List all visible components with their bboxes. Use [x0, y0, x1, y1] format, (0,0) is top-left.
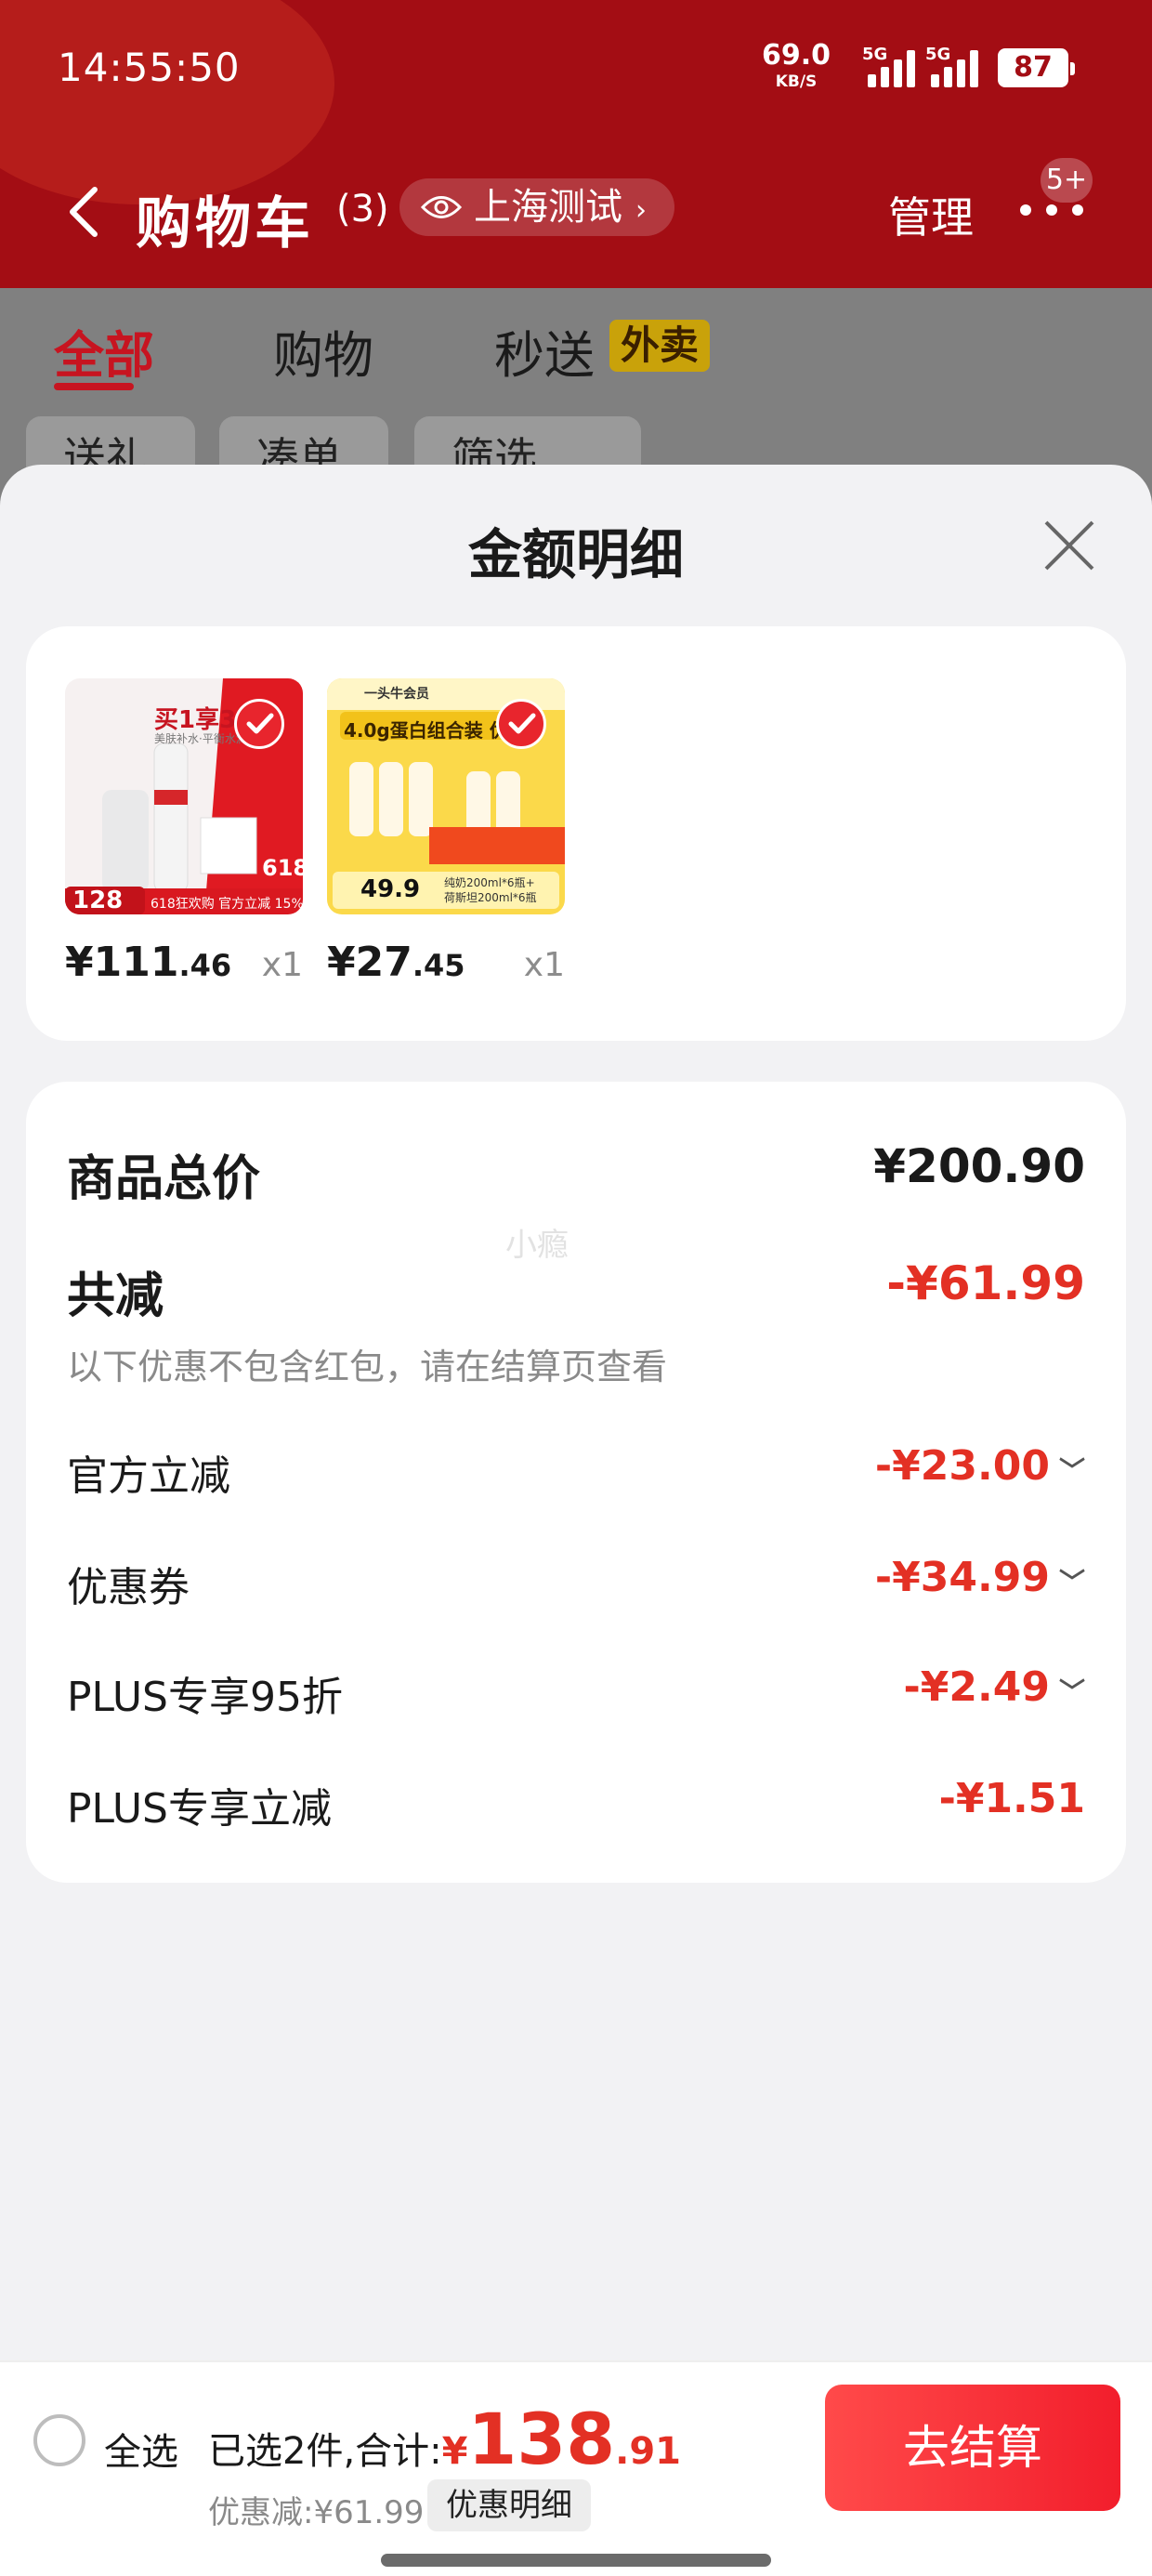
signal-label: 5G: [862, 45, 888, 64]
selected-check-icon: [496, 699, 546, 749]
product-quantity: x1: [523, 946, 565, 984]
discount-row-coupon[interactable]: 优惠券 -¥34.99 ﹀: [67, 1554, 1085, 1611]
total-decimal: .91: [615, 2430, 681, 2473]
chevron-down-icon[interactable]: ﹀: [1059, 1455, 1085, 1486]
selected-count-text: 已选2件,合计:: [208, 2430, 442, 2473]
product-sub-text: 美肤补水·平衡水润: [154, 732, 247, 745]
chevron-down-icon[interactable]: ﹀: [1059, 1567, 1085, 1597]
discount-row-official[interactable]: 官方立减 -¥23.00 ﹀: [67, 1442, 1085, 1500]
location-selector[interactable]: 上海测试 ›: [399, 178, 674, 236]
tab-active-indicator: [54, 383, 134, 390]
network-speed: 69.0 KB/S: [762, 42, 831, 95]
message-badge: 5+: [1041, 158, 1093, 203]
discount-row-plus-95[interactable]: PLUS专享95折 -¥2.49 ﹀: [67, 1663, 1085, 1721]
price-integer: ¥27: [327, 939, 412, 986]
select-all-label[interactable]: 全选: [104, 2422, 178, 2476]
page-title: 购物车: [136, 191, 314, 256]
discount-label: 官方立减: [67, 1452, 230, 1500]
total-price-value: ¥200.90: [873, 1139, 1085, 1193]
sheet-title: 金额明细: [467, 523, 684, 586]
selected-summary: 已选2件,合计:¥138.91: [208, 2398, 681, 2480]
status-bar: 14:55:50 69.0 KB/S 5G 5G 87: [0, 0, 1152, 139]
product-quantity: x1: [261, 946, 303, 984]
location-label: 上海测试: [474, 186, 622, 229]
discount-amount: -¥23.00: [874, 1442, 1050, 1490]
promo-banner-text: 618狂欢购 官方立减: [151, 897, 271, 912]
takeout-tag: 外卖: [609, 320, 711, 372]
cart-count: (3): [336, 188, 389, 230]
checkout-button[interactable]: 去结算: [825, 2385, 1120, 2511]
price-breakdown-card: 小瘾 商品总价 ¥200.90 共减 -¥61.99 以下优惠不包含红包，请在结…: [26, 1082, 1126, 1883]
tab-all[interactable]: 全部: [54, 314, 154, 388]
product-promo-banner: 618狂欢购 官方立减 15%: [151, 894, 303, 913]
product-price: ¥27.45: [327, 939, 465, 986]
discount-amount: -¥2.49: [903, 1663, 1050, 1711]
signal-label: 5G: [925, 45, 951, 64]
chevron-down-icon[interactable]: ﹀: [1059, 1676, 1085, 1707]
tab-instant-delivery[interactable]: 秒送: [494, 314, 595, 388]
total-reduce-label: 共减: [67, 1268, 164, 1324]
discount-label: 优惠券: [67, 1564, 190, 1611]
discount-label: PLUS专享95折: [67, 1674, 343, 1721]
total-price-row: 商品总价 ¥200.90: [67, 1139, 1085, 1207]
product-tag-price: 128: [72, 887, 124, 914]
discount-value: -¥2.49 ﹀: [904, 1663, 1085, 1711]
total-reduce-row: 共减 -¥61.99: [67, 1256, 1085, 1324]
total-currency: ¥: [441, 2430, 468, 2473]
total-reduce-value: -¥61.99: [886, 1256, 1085, 1310]
discount-note-text: 以下优惠不包含红包，请在结算页查看: [67, 1347, 668, 1387]
tab-shopping[interactable]: 购物: [273, 314, 373, 388]
network-speed-unit: KB/S: [775, 72, 818, 91]
eye-icon: [420, 196, 463, 218]
nav-bar: 购物车 (3) 上海测试 › 管理 5+: [0, 158, 1152, 260]
status-time: 14:55:50: [58, 45, 241, 90]
discount-detail-button[interactable]: 优惠明细: [427, 2479, 591, 2531]
total-integer: 138: [467, 2398, 616, 2480]
discount-label: PLUS专享立减: [67, 1785, 332, 1833]
product-image: 买1享3 美肤补水·平衡水润 618 128 618狂欢购 官方立减 15%: [65, 678, 303, 914]
close-icon[interactable]: [1039, 515, 1100, 576]
discount-value: -¥34.99 ﹀: [875, 1554, 1085, 1601]
amount-detail-sheet: 金额明细 买1享3 美肤补水·平衡水润 618 128 618狂欢购 官方立减 …: [0, 465, 1152, 2576]
manage-button[interactable]: 管理: [888, 184, 974, 245]
discount-row-plus-reduce: PLUS专享立减 -¥1.51: [67, 1775, 1085, 1833]
price-decimal: .45: [412, 948, 465, 983]
selected-check-icon: [234, 699, 284, 749]
product-tag-price: 49.9: [360, 875, 421, 903]
discount-summary: 优惠减:¥61.99: [208, 2494, 425, 2531]
signal-icon: 5G: [862, 45, 918, 87]
promo-banner-pct: 15%: [274, 897, 303, 912]
discount-value: -¥23.00 ﹀: [875, 1442, 1085, 1490]
total-price-label: 商品总价: [67, 1151, 261, 1207]
product-brand: 一头牛会员: [364, 687, 429, 702]
checkout-bar: 全选 已选2件,合计:¥138.91 优惠减:¥61.99 优惠明细 去结算: [0, 2360, 1152, 2576]
product-price: ¥111.46: [65, 939, 231, 986]
home-indicator[interactable]: [381, 2554, 771, 2567]
discount-note: 以下优惠不包含红包，请在结算页查看: [67, 1338, 1085, 1387]
price-integer: ¥111: [65, 939, 179, 986]
product-desc-line: 纯奶200ml*6瓶+: [444, 876, 535, 889]
product-list-card: 买1享3 美肤补水·平衡水润 618 128 618狂欢购 官方立减 15% ¥…: [26, 626, 1126, 1041]
category-tabs: 全部 购物 秒送 外卖: [0, 307, 1152, 400]
chevron-right-icon: ›: [635, 194, 647, 227]
product-badge-618: 618: [262, 855, 303, 881]
network-speed-value: 69.0: [762, 39, 831, 72]
signal-icon: 5G: [925, 45, 981, 87]
discount-value: -¥1.51: [938, 1775, 1085, 1822]
product-image: 一头牛会员 4.0g蛋白组合装 优质 49.9 纯奶200ml*6瓶+ 荷斯坦20…: [327, 678, 565, 914]
discount-amount: -¥34.99: [874, 1554, 1050, 1601]
back-arrow-icon[interactable]: [65, 186, 102, 238]
battery-icon: 87: [998, 48, 1075, 87]
product-desc-line: 荷斯坦200ml*6瓶: [444, 891, 537, 904]
price-decimal: .46: [178, 948, 232, 983]
product-desc: 纯奶200ml*6瓶+ 荷斯坦200ml*6瓶: [444, 875, 537, 905]
select-all-radio[interactable]: [33, 2414, 85, 2466]
more-icon[interactable]: [1020, 201, 1085, 219]
